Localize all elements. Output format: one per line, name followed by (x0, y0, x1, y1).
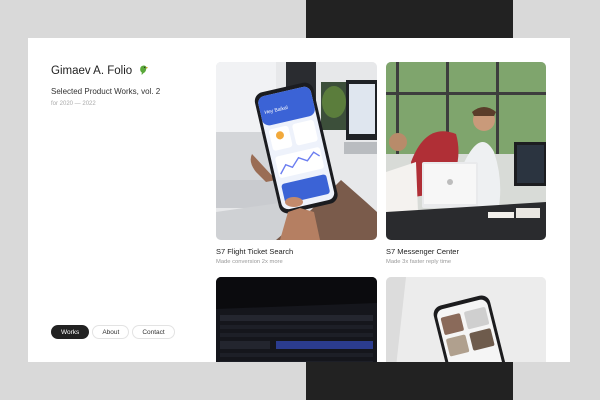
nav-bar: Works About Contact (51, 325, 175, 339)
nav-about-button[interactable]: About (92, 325, 130, 339)
phone-gallery-photo (386, 277, 546, 362)
parrot-icon (140, 65, 149, 75)
site-title-text: Gimaev A. Folio (51, 65, 133, 77)
project-title-flight-search[interactable]: S7 Flight Ticket Search (216, 247, 293, 256)
project-thumbnail-dark-dashboard[interactable] (216, 277, 377, 362)
project-desc-messenger-center: Made 3x faster reply time (386, 259, 452, 265)
project-thumbnail-flight-search[interactable]: Hey Baikal (216, 62, 377, 240)
portfolio-page: Gimaev A. Folio Selected Product Works, … (28, 38, 570, 362)
project-title-messenger-center[interactable]: S7 Messenger Center (386, 247, 459, 256)
nav-contact-button[interactable]: Contact (132, 325, 175, 339)
years-range: for 2020 — 2022 (51, 101, 96, 107)
messenger-center-photo (386, 62, 546, 240)
project-thumbnail-messenger-center[interactable] (386, 62, 546, 240)
sidebar: Gimaev A. Folio Selected Product Works, … (51, 38, 201, 362)
project-thumbnail-phone-gallery[interactable] (386, 277, 546, 362)
nav-works-button[interactable]: Works (51, 325, 90, 339)
project-desc-flight-search: Made conversion 2x more (216, 259, 283, 265)
backdrop-dark-block-top (306, 0, 513, 38)
page-subtitle: Selected Product Works, vol. 2 (51, 87, 161, 96)
site-title: Gimaev A. Folio (51, 65, 149, 77)
dark-dashboard-photo (216, 277, 377, 362)
backdrop-dark-block-bottom (306, 362, 513, 400)
flight-search-photo: Hey Baikal (216, 62, 377, 240)
